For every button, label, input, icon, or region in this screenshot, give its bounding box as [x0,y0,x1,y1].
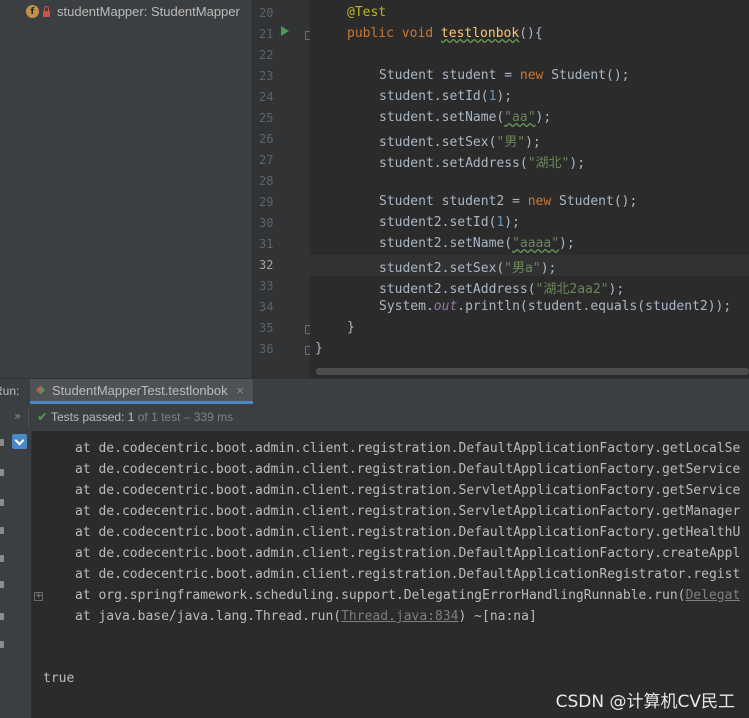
field-icon: f [26,5,39,18]
horizontal-scrollbar[interactable] [316,368,749,375]
tab-label: StudentMapperTest.testlonbok [52,382,228,398]
console-line: at de.codecentric.boot.admin.client.regi… [75,525,741,540]
line-number: 29 [259,195,274,209]
check-icon: ✔ [37,410,48,425]
line-number: 20 [259,6,274,20]
console-line: at de.codecentric.boot.admin.client.regi… [75,546,741,561]
console-line: at org.springframework.scheduling.suppor… [75,588,741,603]
line-number: 23 [259,69,274,83]
tab-studentmappertest[interactable]: StudentMapperTest.testlonbok × [30,379,253,404]
run-test-icon[interactable] [281,26,289,36]
code-line: Student student = new Student(); [379,68,630,83]
method-name: testlonbok [440,26,520,41]
sort-icon[interactable] [0,527,4,534]
code-line: } [347,320,355,335]
stop-icon[interactable] [0,469,4,476]
line-number: 30 [259,216,274,230]
filter-icon[interactable] [0,555,4,562]
close-icon[interactable]: × [236,384,245,397]
source-link[interactable]: Thread.java:834 [341,609,458,624]
code-line: student.setName("aa"); [379,110,552,125]
console-line: at de.codecentric.boot.admin.client.regi… [75,483,741,498]
line-number: 31 [259,237,274,251]
code-line: student2.setId(1); [379,215,520,230]
lock-icon [43,5,50,17]
line-number: 22 [259,48,274,62]
code-line: public void testlonbok(){ [347,26,543,41]
structure-item-studentmapper[interactable]: f studentMapper: StudentMapper [0,0,252,23]
line-number: 24 [259,90,274,104]
test-config-icon [36,385,45,395]
export-icon[interactable] [0,581,4,588]
code-line: student.setAddress("湖北"); [379,156,586,171]
structure-item-label: studentMapper: StudentMapper [57,4,240,19]
toggle-icon[interactable] [0,499,4,506]
editor-gutter: 20 21 22 23 24 25 26 27 28 29 30 31 32 3… [252,0,314,378]
console-output-value: true [43,671,75,686]
console-line: at java.base/java.lang.Thread.run(Thread… [75,609,537,624]
expand-icon[interactable]: + [34,592,43,601]
structure-panel: f studentMapper: StudentMapper [0,0,252,378]
code-line: student2.setAddress("湖北2aa2"); [379,282,625,297]
line-number: 25 [259,111,274,125]
code-line: student2.setSex("男a"); [379,261,557,276]
console-line: at de.codecentric.boot.admin.client.regi… [75,567,741,582]
line-number: 32 [259,258,274,272]
code-line: System.out.println(student.equals(studen… [379,299,732,314]
line-number: 28 [259,174,274,188]
test-status: Tests passed: 1 of 1 test – 339 ms [51,410,234,424]
code-line: } [315,341,323,356]
code-line: student2.setName("aaaa"); [379,236,575,251]
line-number: 21 [259,27,274,41]
console-line: at de.codecentric.boot.admin.client.regi… [75,441,741,456]
source-link[interactable]: Delegat [685,588,740,603]
code-editor[interactable]: @Test public void testlonbok(){ Student … [310,0,749,378]
console-output[interactable]: at de.codecentric.boot.admin.client.regi… [32,431,749,718]
line-number: 27 [259,153,274,167]
console-line: at de.codecentric.boot.admin.client.regi… [75,504,741,519]
expand-toolbar-icon[interactable]: » [14,409,21,423]
divider [28,408,29,428]
watermark: CSDN @计算机CV民工 [555,692,735,712]
rerun-icon[interactable] [0,439,4,446]
line-number: 35 [259,321,274,335]
code-line: Student student2 = new Student(); [379,194,638,209]
code-line: student.setSex("男"); [379,135,541,150]
line-number: 26 [259,132,274,146]
run-label: Run: [0,384,20,398]
collapse-icon[interactable] [12,434,27,449]
code-line: @Test [347,5,387,20]
line-number: 33 [259,279,274,293]
console-line: at de.codecentric.boot.admin.client.regi… [75,462,741,477]
test-status-bar: » ✔ Tests passed: 1 of 1 test – 339 ms [0,404,749,432]
line-number: 36 [259,342,274,356]
code-line: student.setId(1); [379,89,513,104]
settings-icon[interactable] [0,613,4,620]
line-number: 34 [259,300,274,314]
run-tool-window-header: Run: StudentMapperTest.testlonbok × [0,378,749,405]
pin-icon[interactable] [0,641,4,648]
run-toolbar [0,431,32,718]
